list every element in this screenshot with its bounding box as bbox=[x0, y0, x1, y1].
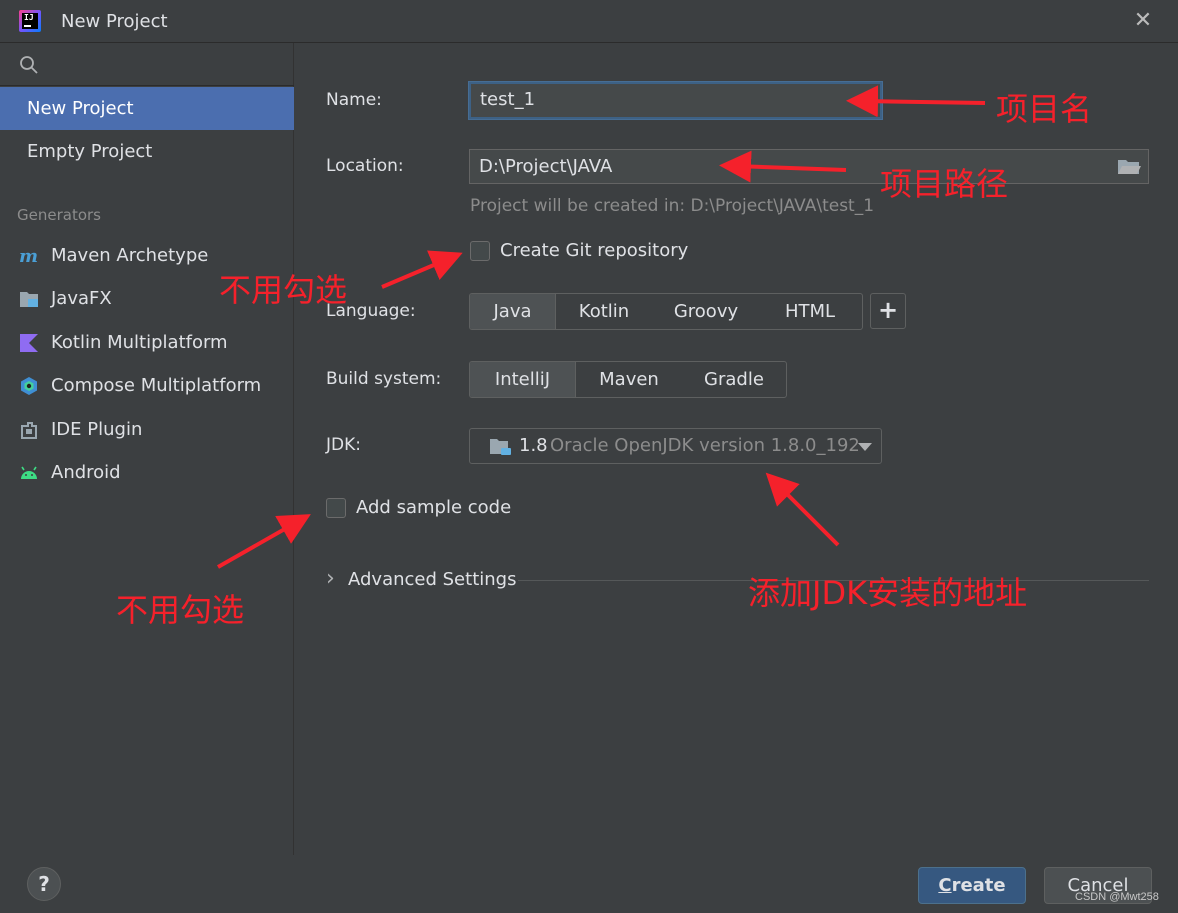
create-mnemonic: C bbox=[938, 875, 952, 896]
sidebar-item-empty-project[interactable]: Empty Project bbox=[0, 130, 294, 173]
sample-code-checkbox[interactable] bbox=[326, 498, 346, 518]
folder-browse-icon[interactable] bbox=[1117, 157, 1141, 177]
arrow-to-git bbox=[381, 250, 463, 289]
help-button[interactable]: ? bbox=[27, 867, 61, 901]
sample-code-label[interactable]: Add sample code bbox=[356, 497, 511, 518]
arrow-to-jdk bbox=[765, 472, 840, 547]
chevron-down-icon bbox=[858, 443, 872, 451]
chevron-right-icon[interactable]: › bbox=[326, 566, 335, 591]
sidebar-item-compose-multiplatform[interactable]: Compose Multiplatform bbox=[0, 364, 294, 407]
git-checkbox[interactable] bbox=[470, 241, 490, 261]
build-option-gradle[interactable]: Gradle bbox=[682, 362, 786, 397]
create-label-rest: reate bbox=[951, 875, 1006, 896]
jdk-folder-icon bbox=[490, 439, 511, 455]
maven-icon: m bbox=[19, 246, 38, 267]
annotation-no-check-sample: 不用勾选 bbox=[116, 591, 245, 629]
sidebar-item-label: IDE Plugin bbox=[51, 419, 143, 440]
sidebar-item-label: Maven Archetype bbox=[51, 245, 209, 266]
sidebar-item-new-project[interactable]: New Project bbox=[0, 87, 294, 130]
jdk-version: 1.8 bbox=[519, 435, 548, 456]
add-language-button[interactable]: + bbox=[870, 293, 906, 329]
window-title: New Project bbox=[61, 11, 168, 32]
close-button[interactable]: ✕ bbox=[1130, 8, 1156, 34]
jdk-name: Oracle OpenJDK version 1.8.0_192 bbox=[550, 435, 860, 456]
sidebar-item-kotlin-multiplatform[interactable]: Kotlin Multiplatform bbox=[0, 321, 294, 364]
sidebar-item-label: Kotlin Multiplatform bbox=[51, 332, 228, 353]
location-label: Location: bbox=[326, 156, 404, 176]
sidebar-item-ide-plugin[interactable]: IDE Plugin bbox=[0, 408, 294, 451]
language-option-java[interactable]: Java bbox=[470, 294, 556, 329]
annotation-project-name: 项目名 bbox=[996, 90, 1093, 128]
build-system-selector: IntelliJ Maven Gradle bbox=[469, 361, 787, 398]
sidebar: New Project Empty Project Generators m M… bbox=[0, 43, 294, 855]
intellij-logo-icon: IJ bbox=[19, 10, 41, 32]
build-option-intellij[interactable]: IntelliJ bbox=[470, 362, 576, 397]
generators-heading: Generators bbox=[17, 206, 101, 224]
jdk-dropdown[interactable]: 1.8 Oracle OpenJDK version 1.8.0_192 bbox=[469, 428, 882, 464]
annotation-project-path: 项目路径 bbox=[880, 165, 1009, 203]
build-option-maven[interactable]: Maven bbox=[576, 362, 682, 397]
sidebar-item-label: Android bbox=[51, 462, 121, 483]
name-field[interactable]: test_1 bbox=[469, 82, 882, 119]
watermark: CSDN @Mwt258 bbox=[1075, 891, 1159, 903]
language-option-groovy[interactable]: Groovy bbox=[652, 294, 760, 329]
sidebar-item-android[interactable]: Android bbox=[0, 451, 294, 494]
sidebar-item-label: New Project bbox=[27, 98, 134, 119]
svg-text:m: m bbox=[19, 246, 38, 267]
sidebar-item-label: Empty Project bbox=[27, 141, 153, 162]
git-checkbox-label[interactable]: Create Git repository bbox=[500, 240, 688, 261]
annotation-no-check-git: 不用勾选 bbox=[219, 271, 348, 309]
language-option-html[interactable]: HTML bbox=[760, 294, 860, 329]
sidebar-item-label: JavaFX bbox=[51, 288, 112, 309]
name-label: Name: bbox=[326, 90, 382, 110]
jdk-label: JDK: bbox=[326, 435, 361, 455]
kotlin-icon bbox=[20, 334, 38, 352]
advanced-settings-toggle[interactable]: Advanced Settings bbox=[348, 569, 516, 590]
plugin-icon bbox=[21, 422, 37, 439]
sidebar-search[interactable] bbox=[0, 43, 294, 86]
compose-icon bbox=[21, 377, 37, 395]
location-value: D:\Project\JAVA bbox=[479, 156, 613, 177]
sidebar-item-label: Compose Multiplatform bbox=[51, 375, 262, 396]
android-icon bbox=[21, 466, 37, 479]
language-selector: Java Kotlin Groovy HTML bbox=[469, 293, 863, 330]
language-option-kotlin[interactable]: Kotlin bbox=[556, 294, 652, 329]
javafx-icon bbox=[20, 292, 38, 307]
location-field[interactable]: D:\Project\JAVA bbox=[469, 149, 1149, 184]
location-hint: Project will be created in: D:\Project\J… bbox=[470, 196, 875, 216]
search-icon bbox=[20, 56, 38, 74]
annotation-jdk-address: 添加JDK安装的地址 bbox=[748, 574, 1028, 612]
build-system-label: Build system: bbox=[326, 369, 442, 389]
title-bar: IJ New Project ✕ bbox=[0, 0, 1178, 43]
create-button[interactable]: Create bbox=[918, 867, 1026, 904]
